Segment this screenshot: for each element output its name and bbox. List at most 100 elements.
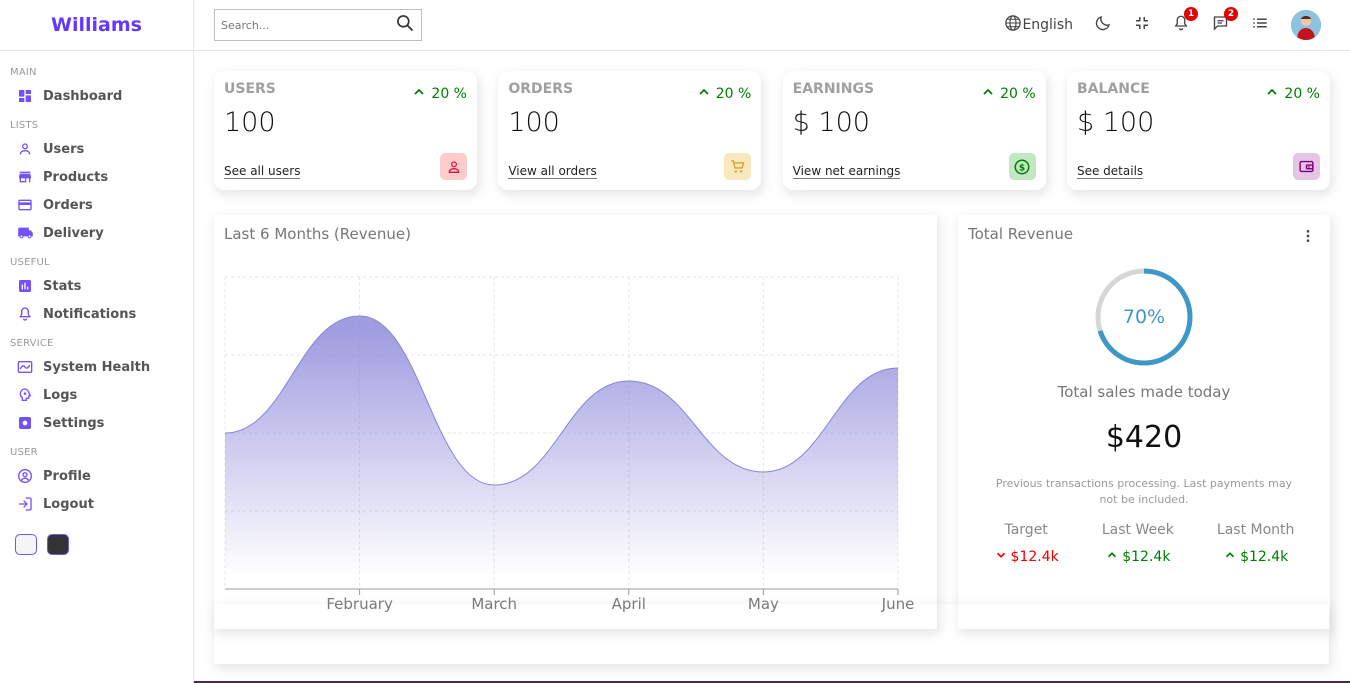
featured-amount: $420 xyxy=(1105,420,1183,455)
widget-link[interactable]: See details xyxy=(1076,164,1144,179)
person-outlined-icon xyxy=(440,153,467,180)
sidebar-item-label: Settings xyxy=(43,415,105,431)
theme-switcher xyxy=(10,534,193,555)
wallet-icon xyxy=(1292,153,1320,180)
notifications-counter: 1 xyxy=(1184,7,1198,21)
person-icon xyxy=(16,140,34,158)
account-circle-icon xyxy=(16,467,34,485)
list-menu-button[interactable] xyxy=(1251,14,1269,36)
percentage-value: 20 % xyxy=(1284,86,1320,102)
featured-title: Total Revenue xyxy=(968,225,1074,243)
nav-items: English 1 2 xyxy=(983,7,1330,40)
list-icon xyxy=(1251,14,1269,36)
featured-summary: Target $12.4k Last Week $12.4k Last Mont… xyxy=(958,522,1330,566)
summary-item-last-week: Last Week $12.4k xyxy=(1102,522,1174,566)
chevron-down-icon xyxy=(994,548,1008,566)
more-vert-icon[interactable] xyxy=(1300,228,1316,248)
chevron-up-icon xyxy=(1223,548,1237,566)
widget-counter: $ 100 xyxy=(1076,107,1155,138)
search-icon[interactable] xyxy=(395,13,415,37)
widget-counter: $ 100 xyxy=(792,107,870,138)
sidebar-item-stats[interactable]: Stats xyxy=(10,272,193,300)
notifications-button[interactable]: 1 xyxy=(1172,7,1198,36)
widget-earnings: EARNINGS $ 100 View net earnings 20 % $ xyxy=(783,71,1046,190)
language-selector[interactable]: English xyxy=(1004,14,1073,36)
sidebar-item-profile[interactable]: Profile xyxy=(10,462,193,490)
sidebar-item-label: Stats xyxy=(43,278,82,294)
revenue-area-chart: February March April May June xyxy=(224,276,914,613)
logo[interactable]: Williams xyxy=(51,14,142,36)
charts-row: Last 6 Months (Revenue) February March Apr… xyxy=(214,215,1330,629)
sidebar-item-dashboard[interactable]: Dashboard xyxy=(10,82,193,110)
bell-icon xyxy=(16,305,34,323)
sidebar: Williams MAIN Dashboard LISTS Users Prod… xyxy=(0,0,194,683)
sidebar-item-label: Notifications xyxy=(43,306,137,322)
chevron-up-icon xyxy=(411,84,427,104)
search-box xyxy=(214,9,422,41)
fullscreen-exit-button[interactable] xyxy=(1133,14,1151,36)
sidebar-item-settings[interactable]: Settings xyxy=(10,409,193,437)
dashboard-icon xyxy=(16,87,34,105)
moon-icon xyxy=(1094,14,1112,36)
logout-icon xyxy=(16,495,34,513)
messages-counter: 2 xyxy=(1224,7,1238,21)
widget-link[interactable]: View all orders xyxy=(508,164,597,179)
percentage-value: 20 % xyxy=(1000,86,1036,102)
widget-counter: 100 xyxy=(508,107,560,138)
sidebar-item-logout[interactable]: Logout xyxy=(10,490,193,518)
sidebar-item-label: Dashboard xyxy=(43,88,123,104)
main-area: English 1 2 xyxy=(194,0,1350,683)
fullscreen-exit-icon xyxy=(1133,14,1151,36)
dark-mode-toggle[interactable] xyxy=(1094,14,1112,36)
logo-container: Williams xyxy=(0,0,193,51)
widget-counter: 100 xyxy=(224,107,276,138)
sidebar-item-label: Users xyxy=(43,141,85,157)
widget-percentage: 20 % xyxy=(1264,84,1320,104)
summary-item-last-month: Last Month $12.4k xyxy=(1217,522,1295,566)
summary-item-target: Target $12.4k xyxy=(994,522,1059,566)
total-revenue-card: Total Revenue 70% Total sales made today… xyxy=(958,215,1330,629)
chevron-up-icon xyxy=(1264,84,1280,104)
sidebar-item-label: System Health xyxy=(43,359,151,375)
settings-icon xyxy=(16,414,34,432)
featured-subtitle: Total sales made today xyxy=(1057,383,1231,401)
summary-value: $12.4k xyxy=(1122,549,1171,565)
dashboard-content: USERS 100 See all users 20 % ORDERS 100 … xyxy=(194,51,1350,629)
widget-link[interactable]: See all users xyxy=(224,164,301,179)
chart-title: Last 6 Months (Revenue) xyxy=(224,225,411,243)
health-icon xyxy=(16,358,34,376)
language-label: English xyxy=(1022,17,1073,33)
navbar: English 1 2 xyxy=(194,0,1350,51)
avatar[interactable] xyxy=(1291,10,1321,40)
truck-icon xyxy=(16,224,34,242)
messages-button[interactable]: 2 xyxy=(1211,7,1238,36)
summary-value: $12.4k xyxy=(1010,549,1059,565)
sidebar-item-products[interactable]: Products xyxy=(10,163,193,191)
revenue-area-fill xyxy=(225,316,898,589)
shopping-cart-icon xyxy=(724,153,752,180)
widget-percentage: 20 % xyxy=(980,84,1036,104)
sidebar-item-logs[interactable]: Logs xyxy=(10,381,193,409)
globe-icon xyxy=(1004,14,1022,36)
widgets-row: USERS 100 See all users 20 % ORDERS 100 … xyxy=(214,71,1330,190)
search-input[interactable] xyxy=(221,18,395,32)
sidebar-item-system-health[interactable]: System Health xyxy=(10,353,193,381)
percentage-value: 20 % xyxy=(431,86,467,102)
chevron-up-icon xyxy=(980,84,996,104)
percentage-value: 20 % xyxy=(715,86,752,102)
widget-link[interactable]: View net earnings xyxy=(792,164,901,179)
sidebar-item-notifications[interactable]: Notifications xyxy=(10,300,193,328)
light-theme-option[interactable] xyxy=(15,534,37,555)
sidebar-item-delivery[interactable]: Delivery xyxy=(10,219,193,247)
sidebar-item-users[interactable]: Users xyxy=(10,135,193,163)
chevron-up-icon xyxy=(1105,548,1119,566)
bar-chart-icon xyxy=(16,277,34,295)
sidebar-item-label: Delivery xyxy=(43,225,104,241)
psychology-icon xyxy=(16,386,34,404)
dark-theme-option[interactable] xyxy=(47,534,69,555)
sidebar-item-label: Logs xyxy=(43,387,78,403)
sidebar-item-orders[interactable]: Orders xyxy=(10,191,193,219)
summary-result: $12.4k xyxy=(994,548,1059,566)
revenue-chart-card: Last 6 Months (Revenue) February March Apr… xyxy=(214,215,937,629)
sidebar-menu: MAIN Dashboard LISTS Users Products Orde… xyxy=(0,51,193,555)
